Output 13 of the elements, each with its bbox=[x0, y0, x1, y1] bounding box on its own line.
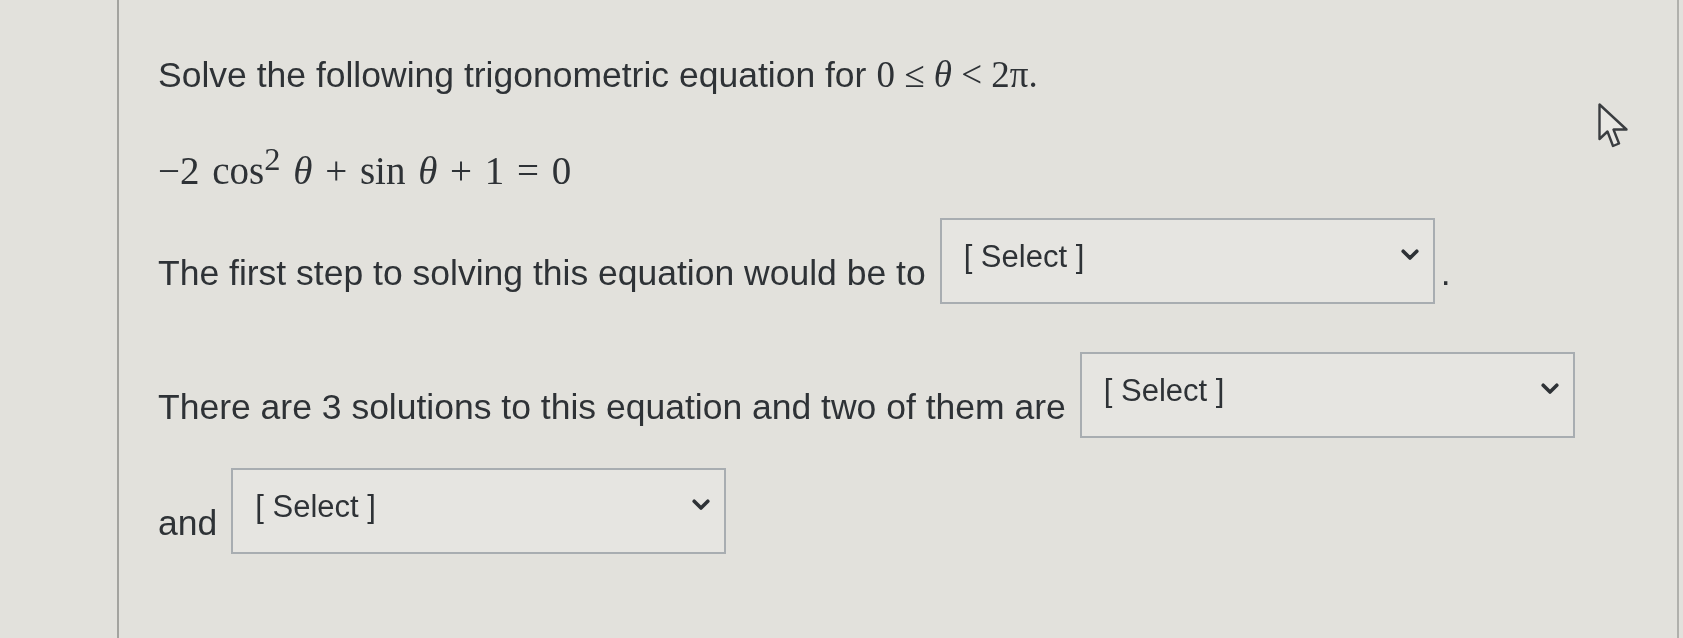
chevron-down-icon bbox=[1400, 249, 1419, 261]
sentence-text: and bbox=[158, 502, 218, 544]
answer-select[interactable]: [ Select ] bbox=[1079, 352, 1575, 438]
question-prompt: Solve the following trigonometric equation for 0 ≤ θ < 2π. bbox=[158, 54, 1038, 96]
mouse-pointer-icon bbox=[1598, 103, 1629, 150]
sentence-text: The first step to solving this equation would be to bbox=[158, 252, 926, 294]
trig-equation: −2 cos$^{2}$ θ + sin θ + 1 = 0 bbox=[158, 140, 572, 192]
chevron-down-icon bbox=[1540, 383, 1559, 395]
answer-select[interactable]: [ Select ] bbox=[231, 468, 727, 554]
sentence-text: There are 3 solutions to this equation and two of them are bbox=[158, 386, 1066, 428]
answer-select[interactable]: [ Select ] bbox=[939, 218, 1435, 304]
chevron-down-icon bbox=[692, 499, 711, 511]
sentence-period: . bbox=[1440, 252, 1451, 294]
